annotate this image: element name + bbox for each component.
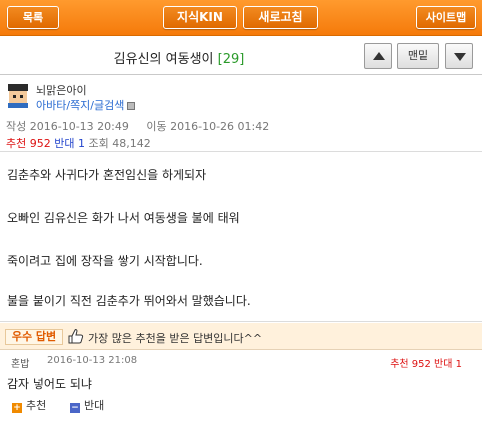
title-row: 김유신의 여동생이 [29] 맨밑 xyxy=(0,37,482,75)
scroll-bottom-button[interactable]: 맨밑 xyxy=(397,43,439,69)
triangle-up-icon xyxy=(373,52,385,60)
author-links-text[interactable]: 아바타/쪽지/글검색 xyxy=(36,99,124,112)
kin-button[interactable]: 지식KIN xyxy=(163,6,237,29)
post-dates: 작성 2016-10-13 20:49 이동 2016-10-26 01:42 xyxy=(6,118,269,134)
oppose-count: 1 xyxy=(78,137,85,150)
best-answer-strip: 우수 답변 가장 많은 추천을 받은 답변입니다^^ xyxy=(0,323,482,350)
views-label: 조회 xyxy=(88,137,109,150)
post-title-text: 김유신의 여동생이 xyxy=(113,52,214,67)
written-label: 작성 xyxy=(6,120,27,133)
reply-text: 감자 넣어도 되냐 xyxy=(7,377,92,391)
views-count: 48,142 xyxy=(112,137,151,150)
post-paragraph: 김춘추와 사귀다가 혼전임신을 하게되자 xyxy=(7,168,207,182)
post-body: 김춘추와 사귀다가 혼전임신을 하게되자 오빠인 김유신은 화가 나서 여동생을… xyxy=(0,151,482,322)
refresh-button[interactable]: 새로고침 xyxy=(243,6,318,29)
oppose-label: 반대 xyxy=(54,137,75,150)
post-stats: 추천 952 반대 1 조회 48,142 xyxy=(6,135,151,151)
plus-icon: + xyxy=(12,403,22,413)
best-answer-badge: 우수 답변 xyxy=(5,329,63,345)
moved-label: 이동 xyxy=(146,120,167,133)
reply-recommend-button[interactable]: + 추천 xyxy=(12,397,46,413)
scroll-up-button[interactable] xyxy=(364,43,392,69)
reply-votes: 추천 952 반대 1 xyxy=(390,359,462,370)
scroll-down-button[interactable] xyxy=(445,43,473,69)
avatar[interactable] xyxy=(6,84,30,108)
reply-oppose-label: 반대 xyxy=(84,399,105,412)
moved-date: 2016-10-26 01:42 xyxy=(170,120,270,133)
post-paragraph: 죽이려고 집에 장작을 쌓기 시작합니다. xyxy=(7,254,203,268)
reply-date: 2016-10-13 21:08 xyxy=(47,355,138,366)
lock-icon xyxy=(127,102,136,110)
author-nickname[interactable]: 뇌맑은아이 xyxy=(36,82,87,98)
reply-author[interactable]: 혼밥 xyxy=(11,355,29,370)
written-date: 2016-10-13 20:49 xyxy=(29,120,129,133)
author-links[interactable]: 아바타/쪽지/글검색 xyxy=(36,97,136,113)
post-paragraph: 불을 붙이기 직전 김춘추가 뛰어와서 말했습니다. xyxy=(7,294,251,308)
triangle-down-icon xyxy=(454,53,466,61)
author-info: 뇌맑은아이 아바타/쪽지/글검색 작성 2016-10-13 20:49 이동 … xyxy=(0,76,482,151)
sitemap-button[interactable]: 사이트맵 xyxy=(416,6,476,29)
recommend-count: 952 xyxy=(29,137,51,150)
reply-oppose-button[interactable]: − 반대 xyxy=(70,397,104,413)
top-bar: 목록 지식KIN 새로고침 사이트맵 xyxy=(0,0,482,36)
reply-item: 혼밥 2016-10-13 21:08 추천 952 반대 1 감자 넣어도 되… xyxy=(0,350,482,427)
list-button[interactable]: 목록 xyxy=(7,6,59,29)
minus-icon: − xyxy=(70,403,80,413)
post-title: 김유신의 여동생이 [29] xyxy=(0,48,358,67)
recommend-label: 추천 xyxy=(6,137,27,150)
reply-recommend-label: 추천 xyxy=(26,399,47,412)
post-paragraph: 오빠인 김유신은 화가 나서 여동생을 불에 태워 xyxy=(7,211,240,225)
thumbs-up-icon xyxy=(68,329,84,344)
comment-count[interactable]: [29] xyxy=(218,52,245,67)
best-answer-text: 가장 많은 추천을 받은 답변입니다^^ xyxy=(88,332,263,345)
